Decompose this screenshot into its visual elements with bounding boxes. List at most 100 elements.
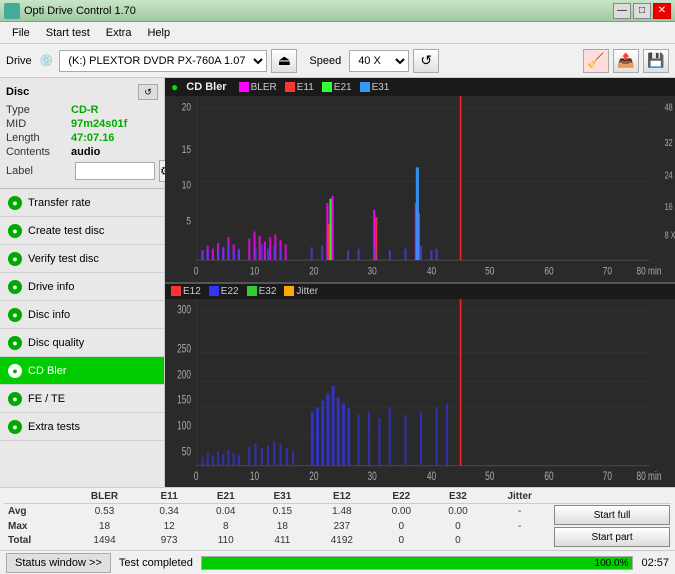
legend-bler: BLER <box>239 82 277 93</box>
stats-avg-e22: 0.00 <box>373 504 430 519</box>
disc-length-value: 47:07.16 <box>71 132 114 144</box>
window-controls: — □ ✕ <box>613 3 671 19</box>
legend-e32: E32 <box>247 286 277 297</box>
nav-verify-test[interactable]: ● Verify test disc <box>0 245 164 273</box>
nav-cd-bler[interactable]: ● CD Bler <box>0 357 164 385</box>
stats-total-label: Total <box>4 533 68 548</box>
disc-label-key: Label <box>6 165 71 177</box>
nav-drive-info[interactable]: ● Drive info <box>0 273 164 301</box>
speed-label: Speed <box>309 55 341 67</box>
legend-e12-label: E12 <box>183 286 201 297</box>
svg-text:200: 200 <box>177 369 191 382</box>
menu-file[interactable]: File <box>4 25 38 41</box>
menu-help[interactable]: Help <box>139 25 178 41</box>
nav-transfer-rate[interactable]: ● Transfer rate <box>0 189 164 217</box>
svg-text:32 X: 32 X <box>665 137 675 148</box>
stats-col-e31: E31 <box>254 490 311 504</box>
disc-label-input[interactable] <box>75 162 155 180</box>
svg-text:50: 50 <box>182 446 192 459</box>
drive-dropdown[interactable]: (K:) PLEXTOR DVDR PX-760A 1.07 <box>59 50 267 72</box>
sidebar: Disc ↺ Type CD-R MID 97m24s01f Length 47… <box>0 78 165 487</box>
stats-col-label <box>4 490 68 504</box>
nav-items: ● Transfer rate ● Create test disc ● Ver… <box>0 189 164 441</box>
nav-label-fete: FE / TE <box>28 393 65 405</box>
minimize-button[interactable]: — <box>613 3 631 19</box>
stats-header-row: BLER E11 E21 E31 E12 E22 E32 Jitter <box>4 490 671 504</box>
stats-col-jitter: Jitter <box>486 490 553 504</box>
stats-max-bler: 18 <box>68 519 141 534</box>
legend-e11-color <box>285 82 295 92</box>
svg-text:8 X: 8 X <box>665 230 675 241</box>
nav-disc-quality[interactable]: ● Disc quality <box>0 329 164 357</box>
stats-avg-label: Avg <box>4 504 68 519</box>
nav-fe-te[interactable]: ● FE / TE <box>0 385 164 413</box>
disc-refresh-button[interactable]: ↺ <box>138 84 158 100</box>
nav-icon-fete: ● <box>8 392 22 406</box>
nav-label-transfer: Transfer rate <box>28 197 91 209</box>
disc-panel: Disc ↺ Type CD-R MID 97m24s01f Length 47… <box>0 78 164 189</box>
app-title: Opti Drive Control 1.70 <box>24 5 136 17</box>
disc-contents-row: Contents audio <box>6 146 158 158</box>
close-button[interactable]: ✕ <box>653 3 671 19</box>
nav-create-test[interactable]: ● Create test disc <box>0 217 164 245</box>
refresh-button[interactable]: ↺ <box>413 49 439 73</box>
legend-e32-color <box>247 286 257 296</box>
svg-text:40: 40 <box>427 265 437 278</box>
svg-text:5: 5 <box>186 215 191 228</box>
stats-col-e22: E22 <box>373 490 430 504</box>
disc-label: Disc <box>6 86 29 98</box>
stats-max-label: Max <box>4 519 68 534</box>
stats-max-e11: 12 <box>141 519 198 534</box>
stats-col-e11: E11 <box>141 490 198 504</box>
nav-icon-verify: ● <box>8 252 22 266</box>
disc-length-label: Length <box>6 132 71 144</box>
stats-col-e21: E21 <box>197 490 254 504</box>
legend-e31-label: E31 <box>372 82 390 93</box>
eject-button[interactable]: ⏏ <box>271 49 297 73</box>
status-window-button[interactable]: Status window >> <box>6 553 111 573</box>
top-chart-title: CD Bler <box>186 81 226 93</box>
svg-text:20: 20 <box>309 265 319 278</box>
maximize-button[interactable]: □ <box>633 3 651 19</box>
toolbar: Drive 💿 (K:) PLEXTOR DVDR PX-760A 1.07 ⏏… <box>0 44 675 78</box>
stats-avg-bler: 0.53 <box>68 504 141 519</box>
svg-text:250: 250 <box>177 343 191 356</box>
stats-max-e31: 18 <box>254 519 311 534</box>
menu-extra[interactable]: Extra <box>98 25 140 41</box>
eject2-button[interactable]: 📤 <box>613 49 639 73</box>
speed-dropdown[interactable]: 40 X <box>349 50 409 72</box>
legend-e21-color <box>322 82 332 92</box>
nav-disc-info[interactable]: ● Disc info <box>0 301 164 329</box>
nav-icon-transfer: ● <box>8 196 22 210</box>
svg-text:80 min: 80 min <box>636 265 661 278</box>
legend-bler-label: BLER <box>251 82 277 93</box>
disc-mid-row: MID 97m24s01f <box>6 118 158 130</box>
legend-e21-label: E21 <box>334 82 352 93</box>
legend-jitter-color <box>284 286 294 296</box>
content-area: ● CD Bler BLER E11 E21 <box>165 78 675 487</box>
nav-label-verify: Verify test disc <box>28 253 99 265</box>
svg-text:10: 10 <box>250 471 260 484</box>
nav-extra-tests[interactable]: ● Extra tests <box>0 413 164 441</box>
stats-avg-e21: 0.04 <box>197 504 254 519</box>
nav-label-disc: Disc info <box>28 309 70 321</box>
stats-total-e11: 973 <box>141 533 198 548</box>
stats-total-jitter <box>486 533 553 548</box>
disc-label-row: Label ⚙ <box>6 160 158 182</box>
start-full-button[interactable]: Start full <box>554 505 670 525</box>
titlebar: Opti Drive Control 1.70 — □ ✕ <box>0 0 675 22</box>
nav-icon-extra: ● <box>8 420 22 434</box>
start-part-button[interactable]: Start part <box>554 527 670 547</box>
stats-col-e12: E12 <box>311 490 373 504</box>
eraser-button[interactable]: 🧹 <box>583 49 609 73</box>
progress-text: 100.0% <box>595 557 629 571</box>
svg-text:80 min: 80 min <box>637 471 662 484</box>
stats-avg-e12: 1.48 <box>311 504 373 519</box>
stats-avg-e32: 0.00 <box>430 504 487 519</box>
disc-panel-header: Disc ↺ <box>6 84 158 100</box>
disc-type-row: Type CD-R <box>6 104 158 116</box>
menu-starttest[interactable]: Start test <box>38 25 98 41</box>
status-time: 02:57 <box>641 557 669 569</box>
bottom-chart-section: E12 E22 E32 Jitter <box>165 284 675 488</box>
save-button[interactable]: 💾 <box>643 49 669 73</box>
